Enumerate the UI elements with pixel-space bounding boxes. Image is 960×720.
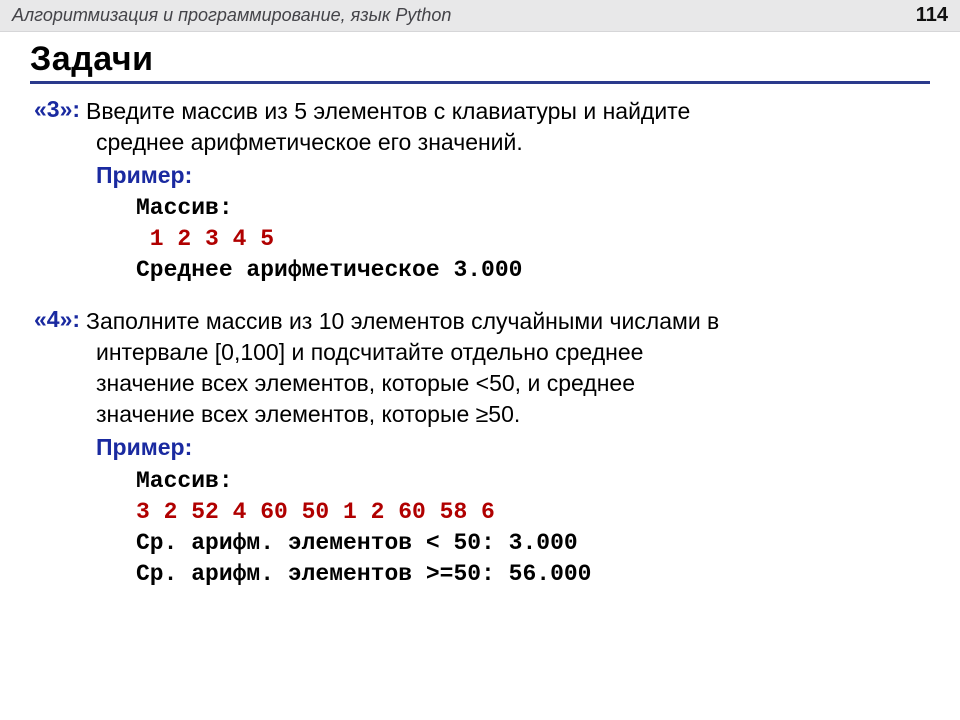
page-number: 114 (916, 4, 948, 27)
task3-desc-line1: Введите массив из 5 элементов с клавиату… (86, 96, 930, 127)
task3-desc-line2: среднее арифметическое его значений. (96, 127, 930, 158)
page-title: Задачи (30, 40, 930, 84)
task-4: «4»: Заполните массив из 10 элементов сл… (30, 306, 930, 589)
task-3: «3»: Введите массив из 5 элементов с кла… (30, 96, 930, 286)
header-subject: Алгоритмизация и программирование, язык … (12, 5, 451, 26)
slide: Алгоритмизация и программирование, язык … (0, 0, 960, 720)
task4-desc-line1: Заполните массив из 10 элементов случайн… (86, 306, 930, 337)
content: Задачи «3»: Введите массив из 5 элементо… (0, 32, 960, 590)
task3-array-label: Массив: (136, 193, 930, 224)
task4-array-values: 3 2 52 4 60 50 1 2 60 58 6 (136, 497, 930, 528)
grade-label-4: «4»: (34, 306, 80, 333)
task4-desc-line2: интервале [0,100] и подсчитайте отдельно… (96, 337, 930, 368)
task3-array-values: 1 2 3 4 5 (136, 224, 930, 255)
task3-example-label: Пример: (96, 160, 930, 191)
task4-desc-line3: значение всех элементов, которые <50, и … (96, 368, 930, 399)
task3-result: Среднее арифметическое 3.000 (136, 255, 930, 286)
task4-array-label: Массив: (136, 466, 930, 497)
task4-result2: Ср. арифм. элементов >=50: 56.000 (136, 559, 930, 590)
grade-label-3: «3»: (34, 96, 80, 123)
task4-example-label: Пример: (96, 432, 930, 463)
task4-result1: Ср. арифм. элементов < 50: 3.000 (136, 528, 930, 559)
task4-example-block: Массив: 3 2 52 4 60 50 1 2 60 58 6 Ср. а… (136, 466, 930, 590)
task4-desc-line4: значение всех элементов, которые ≥50. (96, 399, 930, 430)
header-bar: Алгоритмизация и программирование, язык … (0, 0, 960, 32)
task3-example-block: Массив: 1 2 3 4 5 Среднее арифметическое… (136, 193, 930, 286)
